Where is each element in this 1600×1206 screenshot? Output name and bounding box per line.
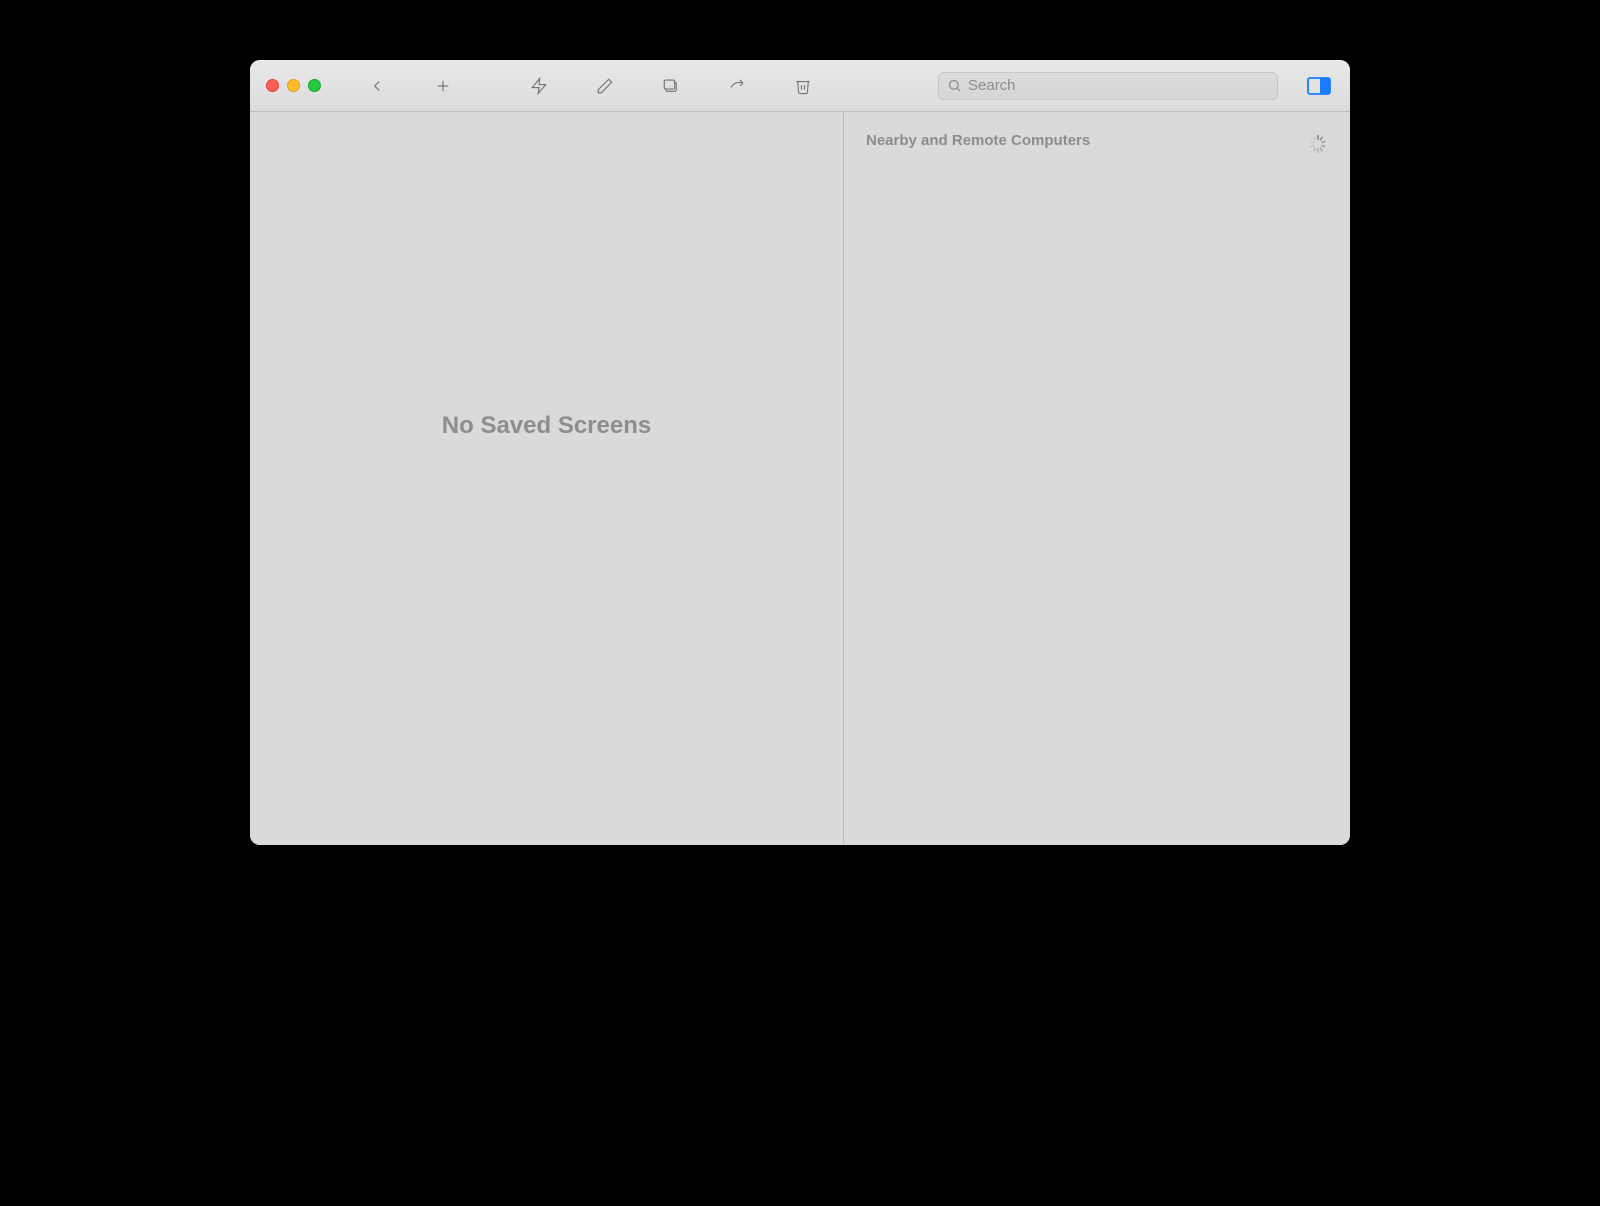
search-icon <box>947 78 962 93</box>
window-button[interactable] <box>651 71 691 101</box>
loading-spinner <box>1308 134 1328 154</box>
chevron-left-icon <box>368 77 386 95</box>
toolbar <box>357 71 823 101</box>
trash-icon <box>794 77 812 95</box>
add-button[interactable] <box>423 71 463 101</box>
window-icon <box>662 77 680 95</box>
search-input[interactable] <box>968 77 1269 94</box>
spinner-icon <box>1308 134 1328 154</box>
computers-pane: Nearby and Remote Computers <box>844 112 1350 845</box>
fullscreen-window-button[interactable] <box>308 79 321 92</box>
empty-state-label: No Saved Screens <box>442 412 651 440</box>
edit-button[interactable] <box>585 71 625 101</box>
titlebar <box>250 60 1350 112</box>
sidebar-toggle-button[interactable] <box>1304 74 1334 98</box>
saved-screens-pane: No Saved Screens <box>250 112 844 845</box>
pencil-icon <box>596 77 614 95</box>
back-button[interactable] <box>357 71 397 101</box>
share-button[interactable] <box>717 71 757 101</box>
delete-button[interactable] <box>783 71 823 101</box>
app-window: No Saved Screens Nearby and Remote Compu… <box>250 60 1350 845</box>
section-header: Nearby and Remote Computers <box>866 132 1328 149</box>
lightning-icon <box>530 77 548 95</box>
content-area: No Saved Screens Nearby and Remote Compu… <box>250 112 1350 845</box>
close-window-button[interactable] <box>266 79 279 92</box>
sidebar-icon <box>1307 77 1331 95</box>
search-field[interactable] <box>938 72 1278 100</box>
plus-icon <box>434 77 452 95</box>
window-controls <box>266 79 321 92</box>
search-container <box>851 72 1278 100</box>
minimize-window-button[interactable] <box>287 79 300 92</box>
quick-connect-button[interactable] <box>519 71 559 101</box>
share-icon <box>728 77 746 95</box>
